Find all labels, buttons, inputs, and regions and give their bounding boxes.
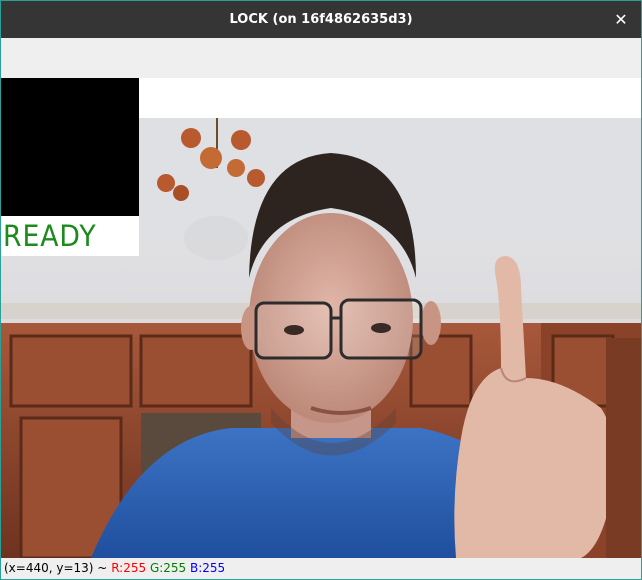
app-window: LOCK (on 16f4862635d3) ✕ READY (x=440, y… xyxy=(0,0,642,580)
blue-value: B:255 xyxy=(190,561,226,575)
green-value: G:255 xyxy=(149,561,187,575)
cursor-coordinates: (x=440, y=13) ~ xyxy=(4,561,108,575)
title-bar[interactable]: LOCK (on 16f4862635d3) ✕ xyxy=(1,1,641,38)
red-value: R:255 xyxy=(111,561,147,575)
window-title: LOCK (on 16f4862635d3) xyxy=(229,12,413,27)
status-overlay-label: READY xyxy=(3,219,97,253)
close-icon[interactable]: ✕ xyxy=(609,1,633,38)
toolbar-area xyxy=(1,38,641,78)
status-bar: (x=440, y=13) ~ R:255 G:255 B:255 xyxy=(1,558,641,579)
overlay-black-box xyxy=(1,78,139,216)
image-canvas[interactable]: READY xyxy=(1,78,641,558)
